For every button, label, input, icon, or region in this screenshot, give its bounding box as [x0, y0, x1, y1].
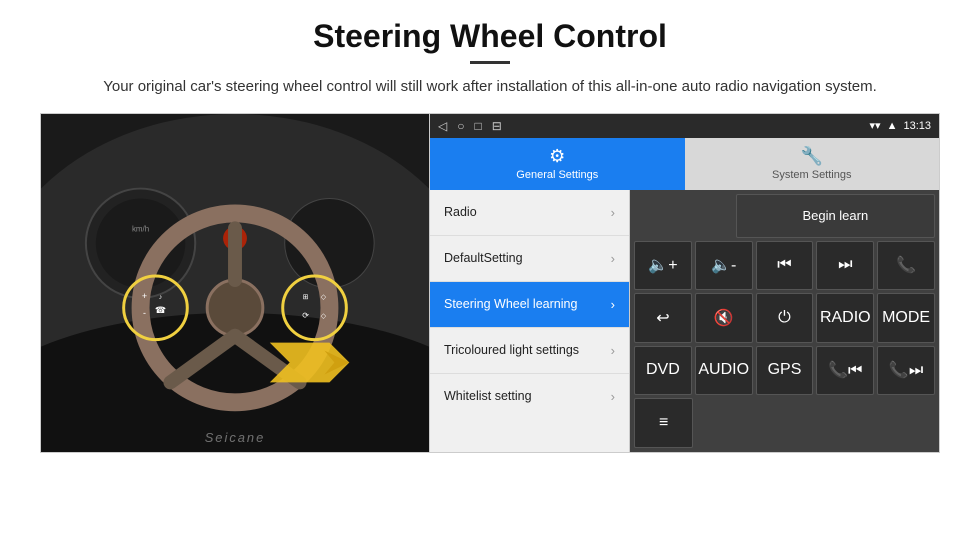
menu-radio-label: Radio [444, 204, 477, 220]
nav-icons: ◁ ○ □ ⊟ [438, 119, 502, 133]
gps-button[interactable]: GPS [756, 346, 814, 396]
status-right: ▾▾ ▲ 13:13 [870, 119, 931, 132]
back-button[interactable]: ↩ [634, 293, 692, 343]
btn-empty-left [634, 194, 733, 238]
phone-prev-button[interactable]: 📞⏮ [816, 346, 874, 396]
mute-icon: 🔇 [714, 308, 734, 328]
svg-text:km/h: km/h [132, 224, 149, 233]
empty-btn-1 [696, 398, 753, 448]
next-track-button[interactable]: ⏭ [816, 241, 874, 291]
chevron-icon: › [611, 297, 615, 312]
svg-text:-: - [143, 307, 146, 317]
recent-icon[interactable]: □ [474, 119, 481, 133]
chevron-icon: › [611, 343, 615, 358]
vol-up-icon: 🔈+ [648, 255, 677, 275]
menu-item-default[interactable]: DefaultSetting › [430, 236, 629, 282]
next-icon: ⏭ [838, 256, 852, 274]
svg-text:◇: ◇ [321, 293, 327, 300]
button-row-4: ≡ [634, 398, 935, 448]
audio-label: AUDIO [698, 361, 749, 379]
android-panel: ◁ ○ □ ⊟ ▾▾ ▲ 13:13 ⚙ General Settings [430, 113, 940, 453]
return-icon: ↩ [656, 308, 669, 328]
empty-btn-2 [757, 398, 814, 448]
menu-item-tricoloured[interactable]: Tricoloured light settings › [430, 328, 629, 374]
button-row-3: DVD AUDIO GPS 📞⏮ 📞⏭ [634, 346, 935, 396]
tab-general-label: General Settings [516, 169, 598, 181]
svg-text:⊞: ⊞ [303, 293, 309, 300]
prev-track-button[interactable]: ⏮ [756, 241, 814, 291]
dvd-label: DVD [646, 361, 680, 379]
tab-system-label: System Settings [772, 169, 851, 181]
mode-label-btn: MODE [882, 309, 930, 327]
svg-text:♪: ♪ [159, 293, 162, 300]
menu-item-whitelist[interactable]: Whitelist setting › [430, 374, 629, 420]
call-button[interactable]: 📞 [877, 241, 935, 291]
main-content: Radio › DefaultSetting › Steering Wheel … [430, 190, 939, 452]
menu-button[interactable]: ≡ [634, 398, 693, 448]
tab-general-settings[interactable]: ⚙ General Settings [430, 138, 685, 190]
button-grid: Begin learn 🔈+ 🔈- ⏮ ⏭ 📞 ↩ 🔇 ⏻ [630, 190, 939, 452]
title-divider [470, 61, 510, 64]
page-subtitle: Your original car's steering wheel contr… [103, 76, 877, 99]
svg-text:◇: ◇ [321, 312, 327, 319]
system-icon: 🔧 [801, 146, 823, 167]
steering-wheel-image: km/h + ♪ [40, 113, 430, 453]
tab-system-settings[interactable]: 🔧 System Settings [685, 138, 940, 190]
radio-label-btn: RADIO [820, 309, 871, 327]
dvd-button[interactable]: DVD [634, 346, 692, 396]
phone-icon: 📞 [896, 255, 916, 275]
menu-list: Radio › DefaultSetting › Steering Wheel … [430, 190, 630, 452]
power-icon: ⏻ [778, 309, 791, 327]
wifi-icon: ▾▾ [870, 119, 881, 132]
tab-bar: ⚙ General Settings 🔧 System Settings [430, 138, 939, 190]
steering-wheel-svg: km/h + ♪ [41, 114, 429, 452]
vol-up-button[interactable]: 🔈+ [634, 241, 692, 291]
button-row-2: ↩ 🔇 ⏻ RADIO MODE [634, 293, 935, 343]
empty-btn-4 [878, 398, 935, 448]
mode-button[interactable]: MODE [877, 293, 935, 343]
svg-text:Seicane: Seicane [205, 430, 266, 445]
power-button[interactable]: ⏻ [756, 293, 814, 343]
svg-text:+: + [142, 290, 147, 300]
content-row: km/h + ♪ [40, 113, 940, 453]
menu-tri-label: Tricoloured light settings [444, 342, 579, 358]
chevron-icon: › [611, 251, 615, 266]
chevron-icon: › [611, 205, 615, 220]
prev-icon: ⏮ [777, 256, 791, 274]
svg-text:⟳: ⟳ [302, 310, 309, 319]
menu-steering-label: Steering Wheel learning [444, 296, 577, 312]
status-bar: ◁ ○ □ ⊟ ▾▾ ▲ 13:13 [430, 114, 939, 138]
signal-icon: ▲ [887, 120, 898, 132]
gps-label: GPS [768, 361, 802, 379]
audio-button[interactable]: AUDIO [695, 346, 753, 396]
page-container: Steering Wheel Control Your original car… [0, 0, 980, 546]
vol-down-button[interactable]: 🔈- [695, 241, 753, 291]
button-row-1: 🔈+ 🔈- ⏮ ⏭ 📞 [634, 241, 935, 291]
phone-prev-icon: 📞⏮ [828, 360, 862, 380]
empty-btn-3 [817, 398, 874, 448]
menu-item-radio[interactable]: Radio › [430, 190, 629, 236]
chevron-icon: › [611, 389, 615, 404]
menu-item-steering[interactable]: Steering Wheel learning › [430, 282, 629, 328]
radio-button[interactable]: RADIO [816, 293, 874, 343]
menu-icon: ≡ [659, 414, 668, 432]
gear-icon: ⚙ [549, 146, 565, 167]
button-row-0: Begin learn [634, 194, 935, 238]
screen-icon[interactable]: ⊟ [492, 119, 502, 133]
phone-next-button[interactable]: 📞⏭ [877, 346, 935, 396]
home-icon[interactable]: ○ [457, 119, 464, 133]
vol-down-icon: 🔈- [711, 255, 736, 275]
menu-white-label: Whitelist setting [444, 388, 532, 404]
svg-text:☎: ☎ [155, 304, 166, 314]
phone-next-icon: 📞⏭ [889, 360, 923, 380]
back-icon[interactable]: ◁ [438, 119, 447, 133]
menu-default-label: DefaultSetting [444, 250, 523, 266]
time-display: 13:13 [903, 120, 931, 132]
begin-learn-button[interactable]: Begin learn [736, 194, 935, 238]
mute-button[interactable]: 🔇 [695, 293, 753, 343]
page-title: Steering Wheel Control [313, 18, 667, 55]
